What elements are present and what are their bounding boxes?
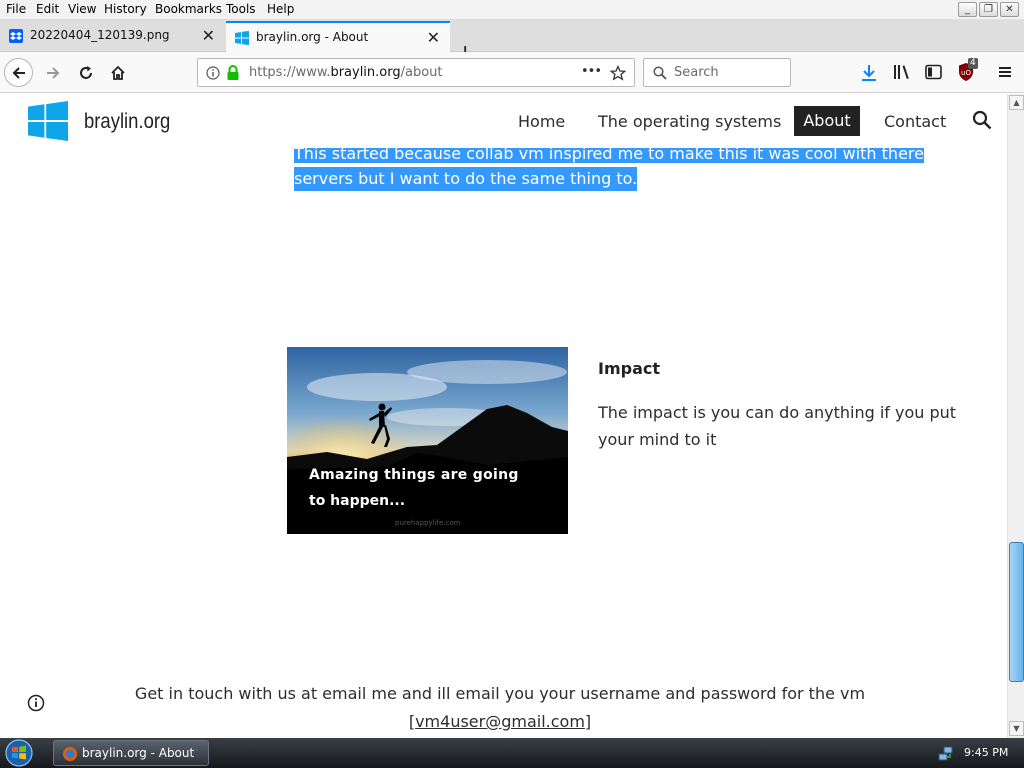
- info-icon[interactable]: [206, 66, 220, 80]
- sidebar-icon[interactable]: [925, 64, 942, 80]
- scroll-up-arrow-icon[interactable]: ▲: [1009, 95, 1024, 110]
- impact-text: The impact is you can do anything if you…: [598, 403, 957, 449]
- arrow-right-icon: [46, 66, 59, 79]
- search-placeholder: Search: [674, 65, 719, 80]
- back-button[interactable]: [4, 58, 33, 87]
- navigation-toolbar: https://www.braylin.org/about ••• Search…: [0, 52, 1024, 93]
- menu-bar: File Edit View History Bookmarks Tools H…: [0, 0, 1024, 19]
- close-window-button[interactable]: ✕: [1000, 2, 1019, 17]
- taskbar-item-title: braylin.org - About ...: [82, 746, 195, 768]
- reload-icon: [79, 65, 92, 79]
- home-button[interactable]: [103, 58, 132, 87]
- arrow-left-icon: [12, 66, 25, 79]
- tab-about[interactable]: braylin.org - About ✕: [226, 21, 450, 52]
- hamburger-menu-icon[interactable]: [998, 65, 1012, 79]
- lock-icon[interactable]: [226, 65, 240, 81]
- image-watermark: purehappylife.com: [395, 519, 461, 527]
- menu-edit[interactable]: Edit: [36, 2, 59, 16]
- close-tab-icon[interactable]: ✕: [427, 28, 440, 47]
- url-bar[interactable]: https://www.braylin.org/about •••: [197, 58, 635, 87]
- start-button[interactable]: [3, 738, 35, 768]
- nav-home[interactable]: Home: [518, 112, 565, 131]
- tab-title: braylin.org - About: [256, 30, 369, 44]
- tab-title: 20220404_120139.png: [30, 28, 170, 42]
- tab-bar: 20220404_120139.png ✕ braylin.org - Abou…: [0, 19, 1024, 66]
- windows-logo-icon: [235, 31, 249, 45]
- tab-image[interactable]: 20220404_120139.png ✕: [0, 21, 225, 52]
- close-tab-icon[interactable]: ✕: [202, 26, 215, 45]
- image-caption-line: to happen...: [309, 493, 405, 509]
- scroll-down-arrow-icon[interactable]: ▼: [1009, 721, 1024, 736]
- taskbar-clock: 9:45 PM: [964, 746, 1009, 759]
- footer-email-line: [vm4user@gmail.com]: [408, 712, 592, 731]
- footer-contact-text: Get in touch with us at email me and ill…: [134, 684, 866, 703]
- minimize-button[interactable]: _: [958, 2, 977, 17]
- window-controls: _ ❐ ✕: [958, 2, 1019, 17]
- email-link[interactable]: vm4user@gmail.com: [415, 712, 585, 731]
- page-viewport: This started because collab vm inspired …: [0, 94, 1007, 738]
- download-icon[interactable]: [861, 64, 877, 82]
- restore-button[interactable]: ❐: [979, 2, 998, 17]
- dropbox-icon: [9, 29, 23, 43]
- search-icon[interactable]: [972, 110, 992, 130]
- menu-history[interactable]: History: [104, 2, 147, 16]
- forward-button[interactable]: [38, 58, 67, 87]
- reload-button[interactable]: [71, 58, 100, 87]
- menu-tools[interactable]: Tools: [226, 2, 256, 16]
- taskbar-firefox-item[interactable]: braylin.org - About ...: [53, 740, 209, 768]
- vertical-scrollbar[interactable]: ▲ ▼: [1007, 94, 1024, 738]
- svg-text:uO: uO: [961, 69, 971, 77]
- search-box[interactable]: Search: [643, 58, 791, 87]
- bookmark-star-icon[interactable]: [610, 65, 626, 81]
- site-title[interactable]: braylin.org: [84, 110, 170, 134]
- url-text: https://www.braylin.org/about: [249, 65, 443, 80]
- menu-help[interactable]: Help: [267, 2, 294, 16]
- page-actions-button[interactable]: •••: [581, 64, 602, 79]
- impact-heading: Impact: [598, 359, 661, 378]
- menu-file[interactable]: File: [6, 2, 26, 16]
- ublock-badge: 4: [968, 58, 978, 69]
- nav-about[interactable]: About: [794, 106, 860, 136]
- nav-about-label: About: [803, 111, 851, 130]
- firefox-icon: [63, 747, 77, 761]
- motivational-image: Amazing things are going to happen... pu…: [287, 347, 568, 534]
- search-icon: [653, 66, 667, 80]
- selected-text-line: servers but I want to do the same thing …: [294, 167, 638, 191]
- windows-logo-icon[interactable]: [28, 101, 68, 141]
- image-caption-line: Amazing things are going: [309, 467, 519, 483]
- menu-view[interactable]: View: [68, 2, 96, 16]
- nav-operating-systems[interactable]: The operating systems: [598, 112, 781, 131]
- taskbar: braylin.org - About ... 9:45 PM: [0, 738, 1024, 768]
- site-header: braylin.org Home The operating systems A…: [0, 94, 1007, 148]
- menu-bookmarks[interactable]: Bookmarks: [155, 2, 222, 16]
- home-icon: [110, 65, 125, 80]
- network-tray-icon[interactable]: [938, 745, 954, 761]
- ublock-extension-button[interactable]: uO 4: [957, 58, 978, 82]
- library-icon[interactable]: [893, 64, 911, 80]
- nav-contact[interactable]: Contact: [884, 112, 946, 131]
- scrollbar-thumb[interactable]: [1009, 542, 1024, 682]
